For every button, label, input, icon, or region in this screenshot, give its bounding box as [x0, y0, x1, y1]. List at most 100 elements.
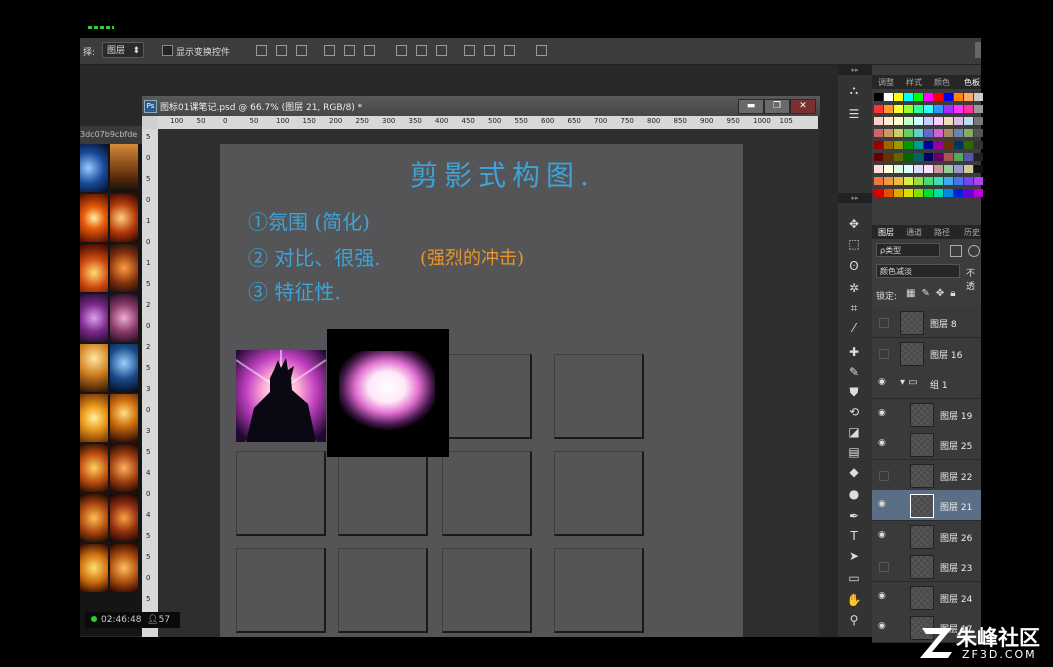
color-swatch[interactable] — [904, 141, 913, 149]
path-selection-icon[interactable]: ➤ — [845, 547, 863, 565]
color-swatch[interactable] — [894, 141, 903, 149]
brush-tool-icon[interactable]: ✎ — [845, 363, 863, 381]
color-swatch[interactable] — [884, 141, 893, 149]
color-swatch[interactable] — [894, 129, 903, 137]
color-swatch[interactable] — [884, 153, 893, 161]
vertical-ruler[interactable]: 505010152025303540455055 — [142, 129, 158, 637]
color-swatch[interactable] — [904, 165, 913, 173]
color-swatch[interactable] — [964, 129, 973, 137]
grid-cell[interactable] — [236, 548, 326, 633]
color-swatch[interactable] — [954, 93, 963, 101]
maximize-button[interactable]: ❐ — [764, 99, 790, 114]
move-tool-icon[interactable]: ✥ — [845, 215, 863, 233]
close-button[interactable]: ✕ — [790, 99, 816, 114]
color-swatch[interactable] — [914, 129, 923, 137]
canvas-area[interactable]: 剪影式构图. ①氛围 (简化) ② 对比、很强. (强烈的冲击) ③ 特征性. — [158, 129, 818, 637]
tab-swatches[interactable]: 色板 — [964, 77, 980, 88]
color-swatch[interactable] — [884, 117, 893, 125]
ruler-origin[interactable] — [142, 116, 158, 129]
adjustments-panel-icon[interactable]: ⛬ — [845, 81, 863, 99]
color-swatch[interactable] — [974, 165, 983, 173]
tab-history[interactable]: 历史 — [964, 227, 980, 238]
color-swatch[interactable] — [944, 177, 953, 185]
shape-tool-icon[interactable]: ▭ — [845, 569, 863, 587]
layer-row[interactable]: ◉ 图层 19 — [872, 398, 981, 430]
auto-select-dropdown[interactable]: 图层 ⬍ — [102, 42, 144, 58]
color-swatch[interactable] — [934, 141, 943, 149]
gradient-tool-icon[interactable]: ▤ — [845, 443, 863, 461]
tab-adjustments[interactable]: 调整 — [878, 77, 894, 88]
grid-cell[interactable] — [442, 548, 532, 633]
color-swatch[interactable] — [944, 105, 953, 113]
collapse-strip[interactable]: ▸▸ — [838, 193, 872, 203]
visibility-toggle-empty[interactable] — [879, 348, 889, 359]
color-swatch[interactable] — [964, 189, 973, 197]
layer-row[interactable]: 图层 8 — [872, 307, 981, 338]
layer-row[interactable]: 图层 22 — [872, 459, 981, 491]
color-swatch[interactable] — [954, 141, 963, 149]
show-transform-checkbox[interactable] — [162, 45, 173, 56]
image-filter-icon[interactable] — [950, 245, 962, 257]
blend-mode-dropdown[interactable]: 颜色减淡 — [876, 264, 960, 278]
layer-group-row[interactable]: ◉ ▾ ▭ 组 1 — [872, 368, 981, 399]
color-swatch[interactable] — [874, 189, 883, 197]
color-swatch[interactable] — [944, 129, 953, 137]
burst-icon-image[interactable] — [327, 329, 449, 457]
color-swatch[interactable] — [964, 141, 973, 149]
color-swatch[interactable] — [944, 153, 953, 161]
color-swatch[interactable] — [934, 93, 943, 101]
color-swatch[interactable] — [874, 153, 883, 161]
properties-panel-icon[interactable]: ☰ — [845, 105, 863, 123]
lock-icons[interactable]: ▦✎✥🔒︎ — [906, 288, 962, 299]
color-swatch[interactable] — [924, 141, 933, 149]
color-swatch[interactable] — [964, 93, 973, 101]
color-swatch[interactable] — [974, 129, 983, 137]
color-swatch[interactable] — [884, 189, 893, 197]
color-swatch[interactable] — [974, 189, 983, 197]
color-swatch[interactable] — [874, 117, 883, 125]
color-swatch[interactable] — [894, 165, 903, 173]
align-hcenter-icon[interactable] — [344, 45, 355, 56]
color-swatch[interactable] — [954, 129, 963, 137]
color-swatch[interactable] — [924, 165, 933, 173]
color-swatch[interactable] — [914, 189, 923, 197]
color-swatch[interactable] — [884, 93, 893, 101]
color-swatch[interactable] — [874, 129, 883, 137]
align-right-icon[interactable] — [364, 45, 375, 56]
color-swatch[interactable] — [914, 165, 923, 173]
color-swatch[interactable] — [974, 117, 983, 125]
color-swatch[interactable] — [934, 117, 943, 125]
visibility-toggle-empty[interactable] — [879, 562, 889, 572]
layer-row[interactable]: ◉ 图层 24 — [872, 581, 981, 613]
tab-layers[interactable]: 图层 — [878, 227, 894, 238]
color-swatch[interactable] — [884, 105, 893, 113]
color-swatch[interactable] — [894, 189, 903, 197]
layer-row[interactable]: 图层 23 — [872, 551, 981, 582]
grid-cell[interactable] — [236, 451, 326, 536]
distribute-hcenter-icon[interactable] — [484, 45, 495, 56]
minimize-button[interactable]: ▬ — [738, 99, 764, 114]
color-swatch[interactable] — [934, 105, 943, 113]
color-swatch[interactable] — [884, 129, 893, 137]
visibility-eye-icon[interactable]: ◉ — [878, 378, 888, 387]
distribute-right-icon[interactable] — [504, 45, 515, 56]
color-swatch[interactable] — [874, 93, 883, 101]
marquee-tool-icon[interactable]: ⬚ — [845, 235, 863, 253]
tab-paths[interactable]: 路径 — [934, 227, 950, 238]
color-swatch[interactable] — [914, 117, 923, 125]
tab-channels[interactable]: 通道 — [906, 227, 922, 238]
visibility-toggle-empty[interactable] — [879, 470, 889, 481]
color-swatch[interactable] — [974, 153, 983, 161]
color-swatch[interactable] — [964, 177, 973, 185]
visibility-eye-icon[interactable]: ◉ — [878, 591, 888, 600]
color-swatch[interactable] — [964, 117, 973, 125]
distribute-left-icon[interactable] — [464, 45, 475, 56]
workspace-switcher-icon[interactable] — [975, 42, 981, 58]
color-swatch[interactable] — [884, 165, 893, 173]
color-swatch[interactable] — [934, 177, 943, 185]
color-swatch[interactable] — [954, 153, 963, 161]
color-swatch[interactable] — [954, 117, 963, 125]
artboard[interactable]: 剪影式构图. ①氛围 (简化) ② 对比、很强. (强烈的冲击) ③ 特征性. — [220, 144, 743, 637]
distribute-bottom-icon[interactable] — [436, 45, 447, 56]
color-swatch[interactable] — [974, 105, 983, 113]
